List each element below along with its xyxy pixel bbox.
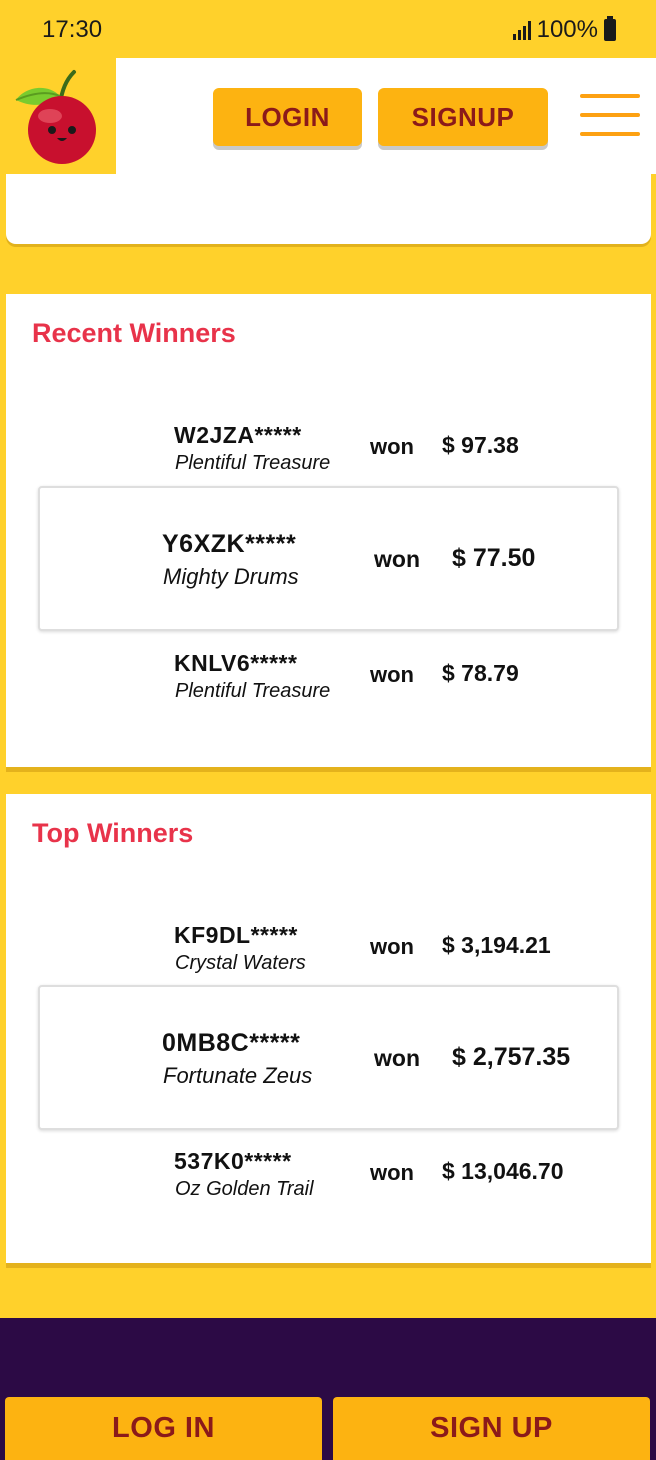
winner-amount: $ 3,194.21 xyxy=(442,932,551,958)
winner-row: KNLV6***** Plentiful Treasure won $ 78.7… xyxy=(6,650,651,710)
winner-user: 0MB8C***** xyxy=(162,1029,301,1057)
winner-game: Mighty Drums xyxy=(163,564,299,589)
won-label: won xyxy=(374,546,420,572)
winner-game: Oz Golden Trail xyxy=(175,1178,314,1200)
menu-icon[interactable] xyxy=(580,94,640,140)
winner-game: Plentiful Treasure xyxy=(175,680,331,702)
site-header: LOGIN SIGNUP xyxy=(0,58,656,174)
footer-login-button[interactable]: LOG IN xyxy=(5,1397,322,1460)
winner-user: Y6XZK***** xyxy=(162,530,297,558)
winner-amount: $ 97.38 xyxy=(442,432,519,458)
winner-row: KF9DL***** Crystal Waters won $ 3,194.21 xyxy=(6,922,651,982)
winner-row-featured: Y6XZK***** Mighty Drums won $ 77.50 xyxy=(38,486,619,631)
header-signup-button[interactable]: SIGNUP xyxy=(378,88,548,146)
winner-row-featured: 0MB8C***** Fortunate Zeus won $ 2,757.35 xyxy=(38,985,619,1130)
winner-user: KF9DL***** xyxy=(174,922,298,948)
winner-row: 537K0***** Oz Golden Trail won $ 13,046.… xyxy=(6,1148,651,1208)
top-winners-panel: Top Winners KF9DL***** Crystal Waters wo… xyxy=(6,794,651,1268)
won-label: won xyxy=(370,434,414,459)
battery-icon xyxy=(604,16,616,41)
header-login-button[interactable]: LOGIN xyxy=(213,88,362,146)
winner-amount: $ 77.50 xyxy=(452,544,536,572)
winner-game: Plentiful Treasure xyxy=(175,452,331,474)
winner-row: W2JZA***** Plentiful Treasure won $ 97.3… xyxy=(6,422,651,482)
content-card xyxy=(6,174,651,244)
winner-amount: $ 13,046.70 xyxy=(442,1158,564,1184)
won-label: won xyxy=(374,1045,420,1071)
recent-winners-panel: Recent Winners W2JZA***** Plentiful Trea… xyxy=(6,294,651,772)
winner-user: KNLV6***** xyxy=(174,650,298,676)
winner-amount: $ 78.79 xyxy=(442,660,519,686)
recent-winners-title: Recent Winners xyxy=(32,318,236,348)
won-label: won xyxy=(370,934,414,959)
cherry-logo[interactable] xyxy=(0,58,116,174)
status-time: 17:30 xyxy=(42,16,103,43)
won-label: won xyxy=(370,662,414,687)
status-right: 100% xyxy=(511,16,616,44)
signal-icon xyxy=(511,20,531,40)
footer-signup-button[interactable]: SIGN UP xyxy=(333,1397,650,1460)
won-label: won xyxy=(370,1160,414,1185)
winner-user: W2JZA***** xyxy=(174,422,302,448)
top-winners-title: Top Winners xyxy=(32,818,194,848)
winner-game: Fortunate Zeus xyxy=(163,1063,313,1088)
cherry-logo-icon xyxy=(15,70,96,164)
winner-user: 537K0***** xyxy=(174,1148,292,1174)
battery-percent: 100% xyxy=(536,16,598,43)
winner-amount: $ 2,757.35 xyxy=(452,1043,571,1071)
status-bar: 17:30 100% xyxy=(0,0,656,58)
winner-game: Crystal Waters xyxy=(175,952,306,974)
